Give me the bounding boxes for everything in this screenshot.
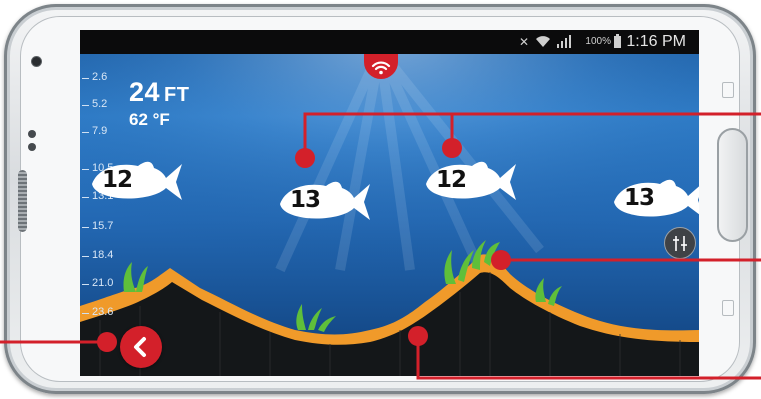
earpiece-speaker (18, 170, 27, 232)
scale-label: 5.2 (92, 98, 108, 110)
wifi-connection-tab[interactable] (364, 54, 398, 79)
scale-tick (82, 105, 89, 106)
scale-tick (82, 284, 89, 285)
recent-apps-softkey[interactable] (722, 300, 734, 316)
depth-value: 24 (129, 77, 161, 107)
scale-label: 18.4 (92, 249, 114, 261)
fish-target[interactable]: 12 (422, 158, 518, 207)
battery-icon (614, 34, 621, 48)
chevron-left-icon (134, 337, 146, 357)
scale-label: 2.6 (92, 71, 108, 83)
scale-tick (82, 132, 89, 133)
scale-label: 23.6 (92, 306, 114, 318)
depth-readout: 24 FT (129, 77, 189, 108)
temperature-readout: 62 °F (129, 110, 170, 129)
scale-tick (82, 227, 89, 228)
wifi-icon (371, 61, 391, 75)
fish-target[interactable]: 13 (610, 176, 699, 225)
fish-depth-label: 12 (435, 167, 467, 193)
sliders-icon (673, 236, 687, 251)
proximity-sensor (28, 130, 36, 138)
fish-depth-label: 13 (623, 185, 655, 211)
fish-target[interactable]: 12 (88, 158, 184, 207)
back-softkey[interactable] (722, 82, 734, 98)
scale-tick (82, 256, 89, 257)
home-button[interactable] (717, 128, 748, 242)
scale-tick (82, 78, 89, 79)
status-bar: ✕ 100% 1:16 PM (80, 30, 699, 54)
scale-label: 7.9 (92, 125, 108, 137)
scale-label: 21.0 (92, 277, 114, 289)
back-button[interactable] (120, 326, 162, 368)
light-sensor (28, 143, 36, 151)
signal-icon (557, 35, 571, 48)
settings-button[interactable] (664, 227, 696, 259)
fish-depth-label: 13 (289, 187, 321, 213)
front-camera (32, 57, 41, 66)
scale-label: 15.7 (92, 220, 114, 232)
app-screen: ✕ 100% 1:16 PM 24 FT 62 °F 2.6 5.2 7.9 10 (80, 30, 699, 376)
fish-target[interactable]: 13 (276, 178, 372, 227)
battery-percent: 100% (585, 36, 611, 47)
depth-unit: FT (164, 84, 190, 106)
mute-icon: ✕ (518, 35, 529, 49)
wifi-icon (536, 36, 550, 47)
status-time: 1:16 PM (626, 33, 686, 50)
fish-depth-label: 12 (101, 167, 133, 193)
scale-tick (82, 313, 89, 314)
